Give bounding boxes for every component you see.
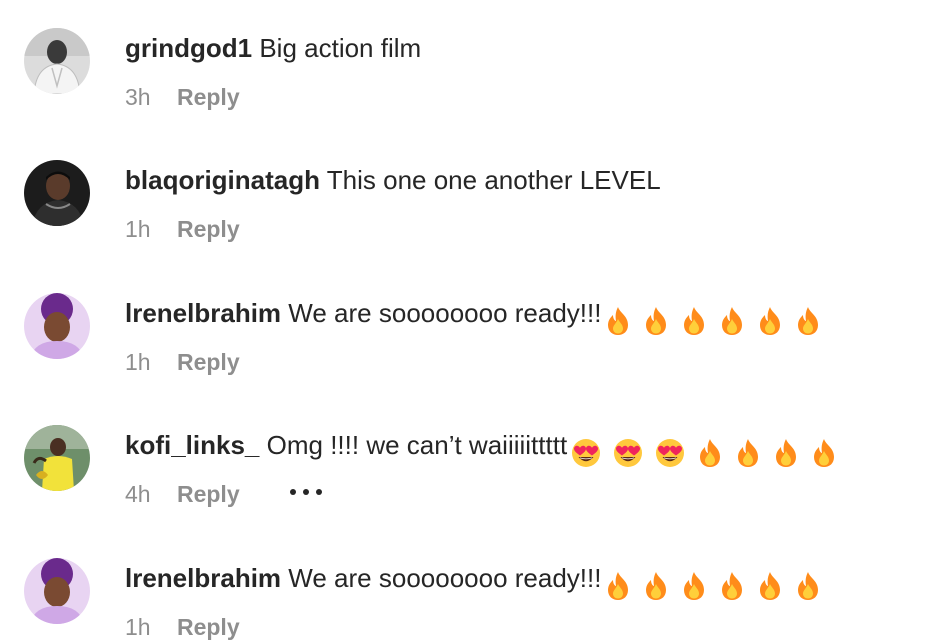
reply-button[interactable]: Reply [177, 84, 240, 110]
more-options-button[interactable] [290, 487, 326, 497]
reply-button[interactable]: Reply [177, 216, 240, 242]
comment-meta: 1h Reply [125, 612, 240, 642]
comment-text: Omg !!!! we can’t waiiiiittttt [266, 430, 568, 460]
heart-eyes-icon [571, 438, 601, 468]
comment-text: We are soooooooo ready!!! [288, 298, 602, 328]
comment-line: lrenelbrahim We are soooooooo ready!!! [125, 560, 821, 602]
emoji-row [567, 433, 837, 469]
emoji-row [601, 566, 821, 602]
fire-icon [681, 306, 707, 336]
comment-text: We are soooooooo ready!!! [288, 563, 602, 593]
fire-icon [757, 306, 783, 336]
dot-icon [303, 488, 310, 495]
comment-meta: 3h Reply [125, 82, 240, 112]
fire-icon [719, 306, 745, 336]
username[interactable]: kofi_links_ [125, 430, 259, 460]
comment-list: grindgod1 Big action film 3h Reply blaqo… [0, 0, 937, 642]
comment-line: kofi_links_ Omg !!!! we can’t waiiiiittt… [125, 427, 837, 469]
username[interactable]: grindgod1 [125, 33, 252, 63]
heart-eyes-icon [655, 438, 685, 468]
comment-line: lrenelbrahim We are soooooooo ready!!! [125, 295, 821, 337]
timestamp: 3h [125, 84, 151, 110]
timestamp: 1h [125, 216, 151, 242]
avatar[interactable] [24, 558, 90, 624]
comment-line: grindgod1 Big action film [125, 30, 421, 66]
timestamp: 4h [125, 481, 151, 507]
dot-icon [316, 488, 323, 495]
comment-meta: 1h Reply [125, 214, 240, 244]
avatar[interactable] [24, 425, 90, 491]
fire-icon [757, 571, 783, 601]
comment-text: This one one another LEVEL [326, 165, 661, 195]
fire-icon [605, 306, 631, 336]
comment-item: lrenelbrahim We are soooooooo ready!!! 1… [0, 530, 937, 640]
fire-icon [795, 571, 821, 601]
emoji-row [601, 301, 821, 337]
dot-icon [290, 488, 297, 495]
reply-button[interactable]: Reply [177, 481, 240, 507]
timestamp: 1h [125, 349, 151, 375]
username[interactable]: lrenelbrahim [125, 298, 281, 328]
comment-text: Big action film [259, 33, 422, 63]
fire-icon [681, 571, 707, 601]
heart-eyes-icon [613, 438, 643, 468]
fire-icon [643, 571, 669, 601]
username[interactable]: blaqoriginatagh [125, 165, 320, 195]
timestamp: 1h [125, 614, 151, 640]
comment-item: grindgod1 Big action film 3h Reply [0, 0, 937, 110]
username[interactable]: lrenelbrahim [125, 563, 281, 593]
avatar[interactable] [24, 28, 90, 94]
fire-icon [605, 571, 631, 601]
comment-item: blaqoriginatagh This one one another LEV… [0, 132, 937, 242]
comment-line: blaqoriginatagh This one one another LEV… [125, 162, 661, 198]
reply-button[interactable]: Reply [177, 349, 240, 375]
avatar[interactable] [24, 160, 90, 226]
fire-icon [643, 306, 669, 336]
fire-icon [735, 438, 761, 468]
comment-item: lrenelbrahim We are soooooooo ready!!! 1… [0, 265, 937, 375]
reply-button[interactable]: Reply [177, 614, 240, 640]
fire-icon [811, 438, 837, 468]
comment-item: kofi_links_ Omg !!!! we can’t waiiiiittt… [0, 397, 937, 507]
avatar[interactable] [24, 293, 90, 359]
comment-meta: 4h Reply [125, 479, 326, 509]
fire-icon [773, 438, 799, 468]
fire-icon [795, 306, 821, 336]
comment-meta: 1h Reply [125, 347, 240, 377]
fire-icon [719, 571, 745, 601]
fire-icon [697, 438, 723, 468]
